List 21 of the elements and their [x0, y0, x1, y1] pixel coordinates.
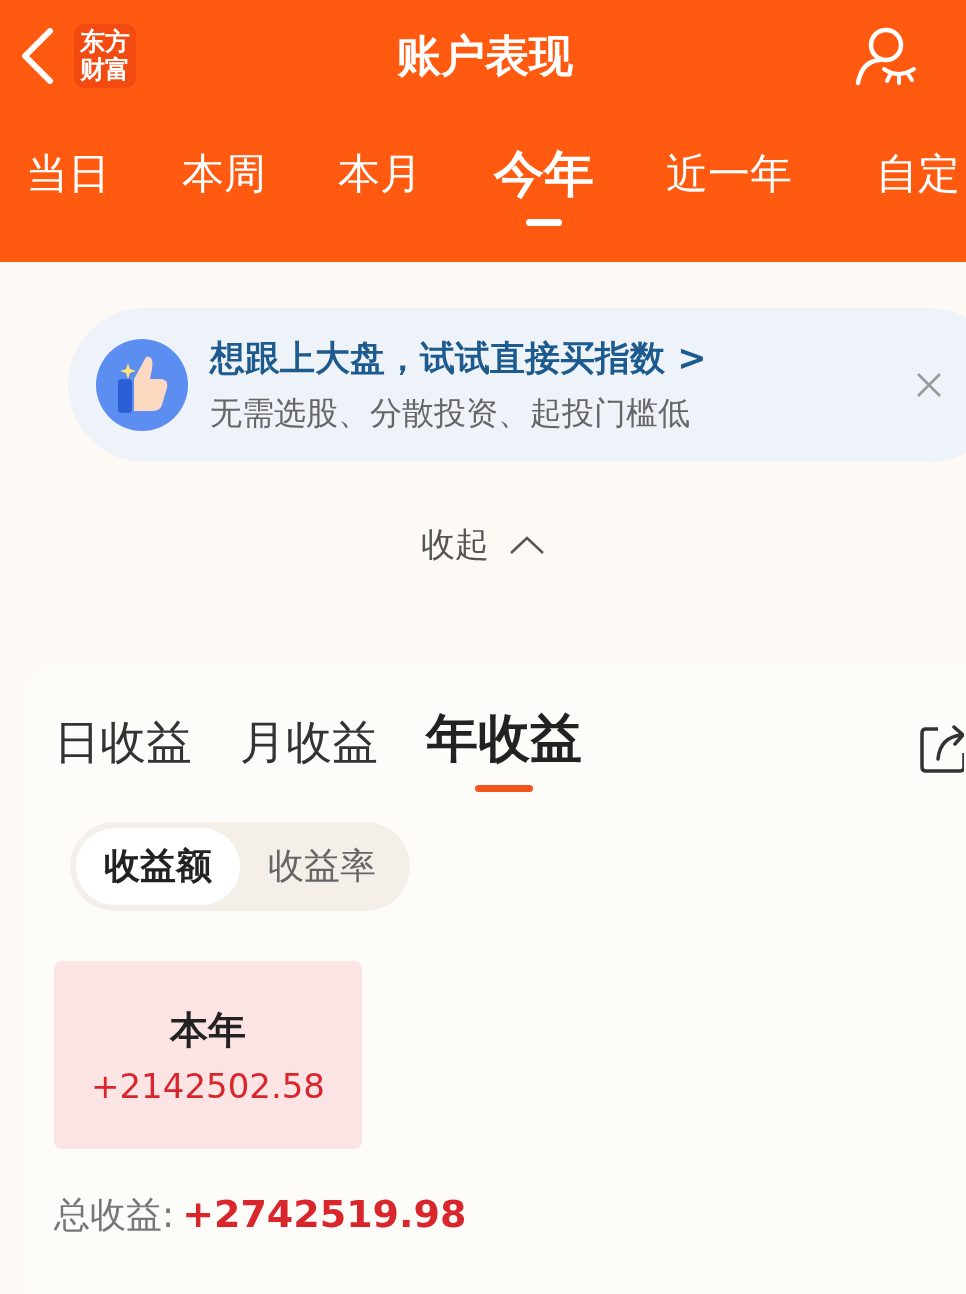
promo-subtitle: 无需选股、分散投资、起投门槛低: [210, 392, 691, 434]
app-logo[interactable]: 东方 财富: [74, 24, 136, 88]
segment-option[interactable]: 收益率: [240, 828, 404, 905]
promo-title[interactable]: 想跟上大盘，试试直接买指数 >: [210, 334, 916, 382]
tile-label: 本年: [170, 1006, 246, 1054]
total-value: +2742519.98: [182, 1192, 467, 1236]
promo-banner[interactable]: 想跟上大盘，试试直接买指数 > 无需选股、分散投资、起投门槛低: [68, 308, 966, 462]
share-icon[interactable]: [920, 723, 964, 773]
page-title: 账户表现: [396, 28, 574, 83]
close-icon[interactable]: [916, 372, 942, 398]
total-label: 总收益:: [54, 1193, 175, 1237]
collapse-button[interactable]: 收起: [411, 518, 555, 572]
profit-tab[interactable]: 月收益: [240, 712, 378, 792]
back-icon[interactable]: [20, 28, 54, 84]
profit-tab[interactable]: 日收益: [54, 712, 192, 792]
segment-option[interactable]: 收益额: [76, 828, 240, 905]
profit-tab[interactable]: 年收益: [426, 704, 582, 792]
tile-value: +2142502.58: [91, 1065, 325, 1106]
thumbs-up-icon: [96, 339, 188, 431]
year-profit-tile[interactable]: 本年 +2142502.58: [54, 961, 362, 1149]
chevron-up-icon: [509, 535, 545, 555]
